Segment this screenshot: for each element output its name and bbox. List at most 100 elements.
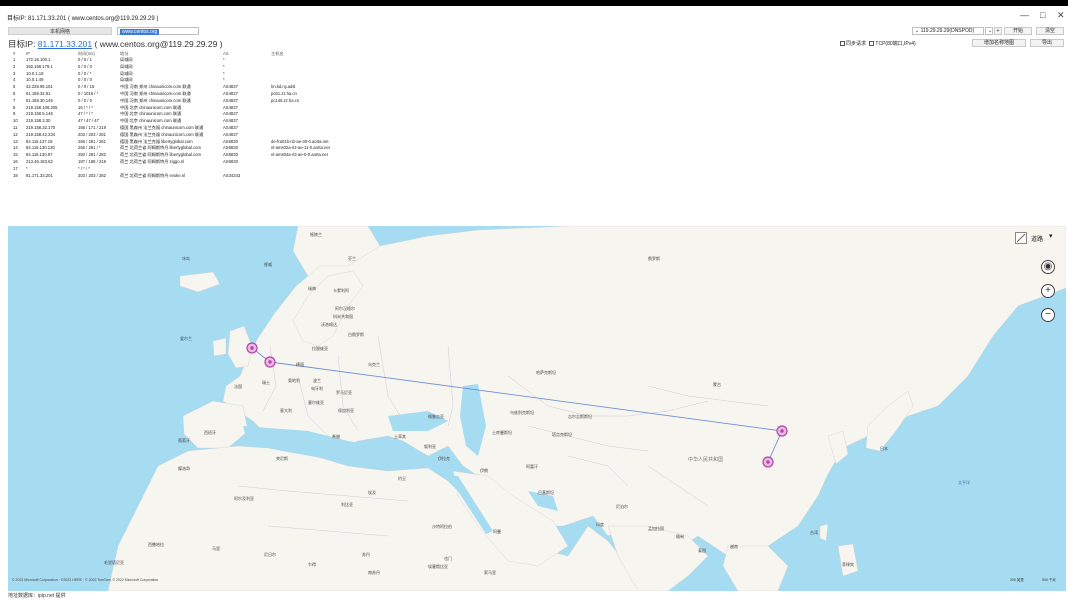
hop-location: 局域网 bbox=[120, 63, 133, 69]
map-label-poland: 波兰 bbox=[313, 378, 321, 383]
window-title: 目标IP: 81.171.33.201 ( www.centos.org@119… bbox=[7, 16, 159, 22]
hop-ip: 213.46.183.62 bbox=[26, 159, 53, 164]
hop-as: AS4837 bbox=[223, 111, 238, 117]
hop-hostname: pc61.zz.ha.cn bbox=[271, 91, 297, 96]
hop-number: 8 bbox=[13, 104, 16, 110]
hop-number: 5 bbox=[13, 84, 16, 90]
hop-time: * / * / * bbox=[78, 165, 90, 171]
dns-dropdown-arrow[interactable]: ⌄ bbox=[985, 27, 993, 35]
target-ip-link[interactable]: 81.171.33.201 bbox=[38, 39, 92, 49]
map-label-syria: 叙利亚 bbox=[424, 444, 436, 449]
map-label-jordan: 约旦 bbox=[398, 476, 406, 481]
table-row[interactable]: 15 84.116.130.97 250 / 281 / 282 荷兰 北荷兰省 阿姆… bbox=[8, 152, 708, 158]
export-button[interactable]: 导出 bbox=[1030, 39, 1064, 47]
map-label-egypt: 埃及 bbox=[368, 490, 376, 495]
map-label-belarus: 白俄罗斯 bbox=[348, 332, 364, 337]
hop-ip: 219.158.108.205 bbox=[26, 104, 58, 110]
layers-icon[interactable] bbox=[1015, 232, 1027, 244]
table-row[interactable]: 12 219.158.42.234 203 / 203 / 281 德国 黑森州 法兰… bbox=[8, 132, 708, 138]
map-label-portugal: 葡萄牙 bbox=[178, 438, 190, 443]
table-row[interactable]: 14 84.116.130.130 265 / 281 / * 荷兰 北荷兰省 阿姆斯… bbox=[8, 145, 708, 151]
map-label-georgia: 格鲁吉亚 bbox=[428, 414, 444, 419]
route-map[interactable]: 格陵兰 冰岛 挪威 芬兰 瑞典 俄罗斯 卡累利阿 阿尔汉格尔 科米共和国 沃洛格… bbox=[8, 226, 1066, 591]
map-label-saudi: 沙特阿拉伯 bbox=[432, 524, 452, 529]
close-button[interactable]: ✕ bbox=[1057, 10, 1065, 21]
hop-time: 47 / 47 / 47 bbox=[78, 118, 99, 124]
map-label-norway: 挪威 bbox=[264, 262, 272, 267]
tcp-mode-label: TCP(80端口,IPv4) bbox=[875, 41, 916, 47]
chevron-down-icon[interactable]: ▾ bbox=[1049, 232, 1053, 240]
table-row[interactable]: 17 * * / * / * bbox=[8, 166, 708, 172]
table-row[interactable]: 4 10.0.1.49 0 / 0 / 0 局域网 * bbox=[8, 77, 708, 83]
minimize-button[interactable]: — bbox=[1020, 10, 1029, 20]
table-row[interactable]: 7 61.168.30.145 0 / 0 / 0 中国 河南 郑州 chinauni… bbox=[8, 98, 708, 104]
zoom-in-button[interactable]: + bbox=[1041, 284, 1055, 298]
map-label-china: 中华人民共和国 bbox=[688, 457, 724, 463]
map-label-arkhangelsk: 阿尔汉格尔 bbox=[335, 306, 355, 311]
table-row[interactable]: 16 213.46.183.62 187 / 188 / 219 荷兰 北荷兰省 阿姆… bbox=[8, 159, 708, 165]
rename-map-button[interactable]: 增加名称地图 bbox=[972, 39, 1026, 47]
map-label-sweden: 瑞典 bbox=[308, 286, 316, 291]
map-label-russia: 俄罗斯 bbox=[648, 256, 660, 261]
map-label-serbia: 塞尔维亚 bbox=[308, 400, 324, 405]
hop-time: 0 / 0 / 16 bbox=[78, 84, 95, 90]
hop-location: 局域网 bbox=[120, 77, 133, 83]
zoom-out-button[interactable]: − bbox=[1041, 308, 1055, 322]
hop-time: 0 / 0 / 0 bbox=[78, 77, 92, 83]
hop-number: 14 bbox=[13, 145, 18, 151]
hop-as: AS4837 bbox=[223, 104, 238, 110]
map-label-italy: 意大利 bbox=[280, 408, 292, 413]
maximize-button[interactable]: □ bbox=[1040, 10, 1045, 20]
hop-as: * bbox=[223, 57, 225, 62]
hop-location: 德国 黑森州 法兰克福 libertyglobal.com bbox=[120, 138, 193, 144]
map-label-taiwan: 台湾 bbox=[810, 530, 818, 535]
table-row[interactable]: 8 219.158.108.205 16 / * / * 中国 北京 chinauni… bbox=[8, 105, 708, 111]
sync-request-checkbox[interactable] bbox=[840, 41, 845, 47]
start-button[interactable]: 开始 bbox=[1004, 27, 1032, 35]
layers-icon-glyph bbox=[1016, 233, 1026, 243]
map-label-libya: 利比亚 bbox=[341, 502, 353, 507]
target-summary: 目标IP: 81.171.33.201 ( www.centos.org@119… bbox=[8, 38, 223, 50]
hop-number: 7 bbox=[13, 97, 16, 103]
map-label-philippines: 菲律宾 bbox=[842, 562, 854, 567]
table-row[interactable]: 11 219.158.32.170 156 / 171 / 219 德国 黑森州 法兰… bbox=[8, 125, 708, 131]
map-style-label[interactable]: 道路 bbox=[1031, 234, 1043, 243]
map-label-austria: 奥地利 bbox=[288, 378, 300, 383]
hop-time: 250 / 281 / 282 bbox=[78, 152, 106, 158]
map-label-afghanistan: 阿富汗 bbox=[526, 464, 538, 469]
table-row[interactable]: 2 192.168.179.1 0 / 0 / 0 局域网 * bbox=[8, 64, 708, 70]
table-row[interactable]: 13 84.116.137.18 266 / 281 / 281 德国 黑森州 法兰克… bbox=[8, 139, 708, 145]
hop-hostname: hn.kd.ny.adsl bbox=[271, 84, 296, 90]
hop-number: 16 bbox=[13, 159, 18, 164]
table-row[interactable]: 5 42.228.95.161 0 / 0 / 16 中国 河南 郑州 chinaun… bbox=[8, 84, 708, 90]
map-label-ethiopia: 埃塞俄比亚 bbox=[428, 564, 448, 569]
hop-time: 0 / 0 / 0 bbox=[78, 63, 92, 69]
add-dns-button[interactable]: + bbox=[994, 27, 1002, 35]
table-row[interactable]: 10 219.158.3.30 47 / 47 / 47 中国 北京 chinauni… bbox=[8, 118, 708, 124]
table-row[interactable]: 6 61.168.32.81 0 / 1016 / * 中国 河南 郑州 chinau… bbox=[8, 91, 708, 97]
map-label-yemen: 也门 bbox=[444, 556, 452, 561]
tcp-mode-checkbox[interactable] bbox=[869, 41, 875, 47]
map-label-pacific: 太平洋 bbox=[958, 480, 970, 485]
map-label-greenland: 格陵兰 bbox=[310, 232, 322, 237]
table-row[interactable]: 1 172.16.100.1 0 / 0 / 1 局域网 * bbox=[8, 57, 708, 63]
hop-hostname: nl-ams04a-ri3-ae-0-0.aorta.net bbox=[271, 152, 328, 158]
clear-button[interactable]: 清空 bbox=[1036, 27, 1064, 35]
map-label-japan: 日本 bbox=[880, 446, 888, 451]
table-row[interactable]: 9 219.158.5.146 47 / * / * 中国 北京 chinaunico… bbox=[8, 111, 708, 117]
hop-as: AS4837 bbox=[223, 125, 238, 130]
hop-ip: 219.158.32.170 bbox=[26, 125, 56, 130]
status-bar: 地址数据库：ipip.net 提供 bbox=[8, 593, 66, 599]
map-label-kyrgyzstan: 吉尔吉斯斯坦 bbox=[568, 414, 592, 419]
hop-number: 11 bbox=[13, 125, 18, 130]
map-label-greece: 希腊 bbox=[332, 434, 340, 439]
local-network-tab[interactable]: 本机网络 bbox=[8, 27, 112, 35]
table-row[interactable]: 3 10.0.1.18 0 / 0 / * 局域网 * bbox=[8, 71, 708, 77]
map-label-somalia: 索马里 bbox=[484, 570, 496, 575]
map-label-uzbekistan: 乌兹别克斯坦 bbox=[510, 410, 534, 415]
hop-location: 荷兰 北荷兰省 阿姆斯特丹 ziggo.nl bbox=[120, 159, 184, 164]
target-host-input[interactable]: www.centos.org bbox=[117, 27, 199, 35]
dns-server-select[interactable]: ⌄ 119.29.29.29(DNSPOD) bbox=[912, 27, 984, 35]
table-row[interactable]: 18 81.171.33.201 203 / 203 / 282 荷兰 北荷兰省 阿姆… bbox=[8, 173, 708, 179]
locate-me-button[interactable]: ◉ bbox=[1041, 260, 1055, 274]
